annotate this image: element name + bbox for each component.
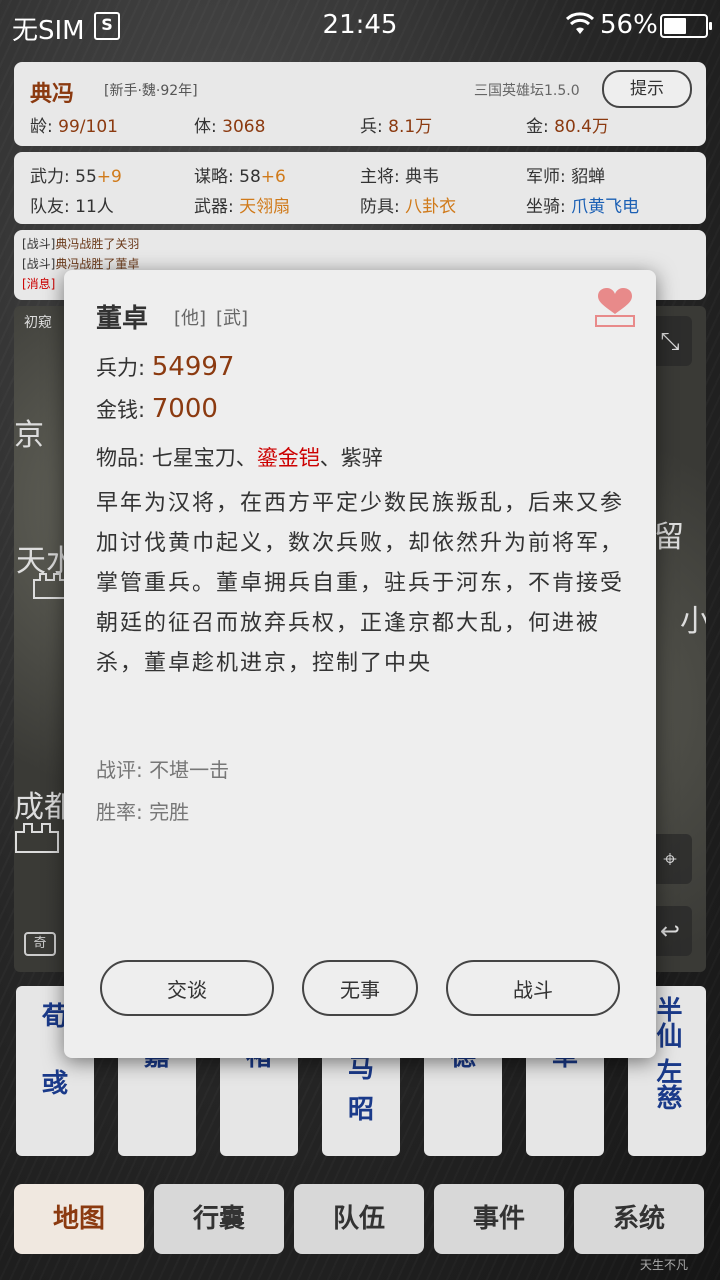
city-icon[interactable] xyxy=(14,820,60,854)
city-icon[interactable] xyxy=(32,570,68,600)
character-tag: [他] xyxy=(174,308,207,329)
attr-strategy: 谋略: 58+6 xyxy=(194,167,286,187)
nav-events[interactable]: 事件 xyxy=(434,1184,564,1254)
character-tag: [武] xyxy=(216,308,249,329)
heart-icon[interactable] xyxy=(594,288,636,328)
character-description: 早年为汉将，在西方平定少数民族叛乱，后来又参加讨伐黄巾起义，数次兵败，却依然升为… xyxy=(96,491,625,676)
items-row: 物品: 七星宝刀、鎏金铠、紫骍 xyxy=(96,446,383,470)
hint-button[interactable]: 提示 xyxy=(602,70,692,108)
game-version: 三国英雄坛1.5.0 xyxy=(474,83,580,99)
map-place[interactable]: 留 xyxy=(654,512,684,556)
attr-mount: 坐骑: 爪黄飞电 xyxy=(526,197,640,217)
attr-team: 队友: 11人 xyxy=(30,197,114,217)
attr-advisor: 军师: 貂蝉 xyxy=(526,167,606,187)
footer-note: 天生不凡 xyxy=(640,1258,689,1272)
hero-name: 典冯 xyxy=(30,82,75,107)
attributes-panel: 武力: 55+9 谋略: 58+6 主将: 典韦 军师: 貂蝉 队友: 11人 … xyxy=(14,152,706,224)
character-name: 董卓 xyxy=(96,304,149,334)
hero-tag: [新手·魏·92年] xyxy=(104,83,198,99)
money-row: 金钱: 7000 xyxy=(96,394,218,424)
map-label: 初窥 xyxy=(24,315,52,331)
nav-system[interactable]: 系统 xyxy=(574,1184,704,1254)
hero-panel: 典冯 [新手·魏·92年] 三国英雄坛1.5.0 提示 龄: 99/101 体:… xyxy=(14,62,706,146)
attr-weapon: 武器: 天翎扇 xyxy=(194,197,291,217)
log-entry: [战斗]典冯战胜了关羽 xyxy=(22,237,140,251)
attr-armor: 防具: 八卦衣 xyxy=(360,197,457,217)
stat-gold: 金: 80.4万 xyxy=(526,117,609,137)
troops-row: 兵力: 54997 xyxy=(96,352,235,382)
battery-icon xyxy=(660,14,712,38)
fight-button[interactable]: 战斗 xyxy=(446,960,620,1016)
win-rate: 胜率: 完胜 xyxy=(96,800,190,824)
nav-map[interactable]: 地图 xyxy=(14,1184,144,1254)
map-place[interactable]: 京 xyxy=(14,410,44,454)
map-place[interactable]: 小 xyxy=(680,596,706,640)
stat-stamina: 体: 3068 xyxy=(194,117,266,137)
wifi-icon xyxy=(565,12,595,34)
nothing-button[interactable]: 无事 xyxy=(302,960,418,1016)
nav-inventory[interactable]: 行囊 xyxy=(154,1184,284,1254)
stat-troops: 兵: 8.1万 xyxy=(360,117,433,137)
nav-team[interactable]: 队伍 xyxy=(294,1184,424,1254)
stat-age: 龄: 99/101 xyxy=(30,117,118,137)
attr-force: 武力: 55+9 xyxy=(30,167,122,187)
map-badge: 奇 xyxy=(24,932,56,956)
battery-percent: 56% xyxy=(600,10,658,40)
status-bar: 无SIM S 21:45 56% xyxy=(0,0,720,50)
attr-general: 主将: 典韦 xyxy=(360,167,440,187)
character-dialog: 董卓 [他] [武] 兵力: 54997 金钱: 7000 物品: 七星宝刀、鎏… xyxy=(64,270,656,1058)
battle-review: 战评: 不堪一击 xyxy=(96,758,230,782)
talk-button[interactable]: 交谈 xyxy=(100,960,274,1016)
